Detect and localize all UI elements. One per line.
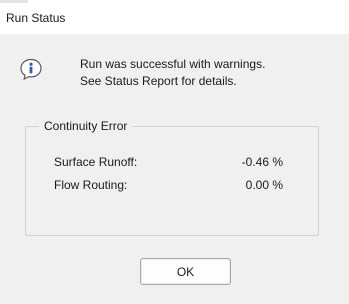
surface-runoff-label: Surface Runoff: xyxy=(54,155,138,169)
dialog-title: Run Status xyxy=(6,11,66,25)
ok-button[interactable]: OK xyxy=(140,258,231,285)
flow-routing-value: 0.00 % xyxy=(245,178,283,192)
info-icon xyxy=(20,58,42,81)
continuity-error-title: Continuity Error xyxy=(39,119,133,133)
status-message: Run was successful with warnings. See St… xyxy=(80,56,265,90)
title-bar[interactable]: Run Status xyxy=(0,0,349,34)
surface-runoff-value: -0.46 % xyxy=(241,155,283,169)
continuity-error-group: Continuity Error Surface Runoff: -0.46 %… xyxy=(25,119,319,236)
status-message-line-2: See Status Report for details. xyxy=(80,74,237,88)
run-status-dialog: Run Status Run was successful with warni… xyxy=(0,0,349,304)
dialog-body: Run was successful with warnings. See St… xyxy=(0,34,349,304)
title-bar-accent xyxy=(0,0,28,3)
flow-routing-label: Flow Routing: xyxy=(54,178,128,192)
status-message-line-1: Run was successful with warnings. xyxy=(80,57,266,71)
